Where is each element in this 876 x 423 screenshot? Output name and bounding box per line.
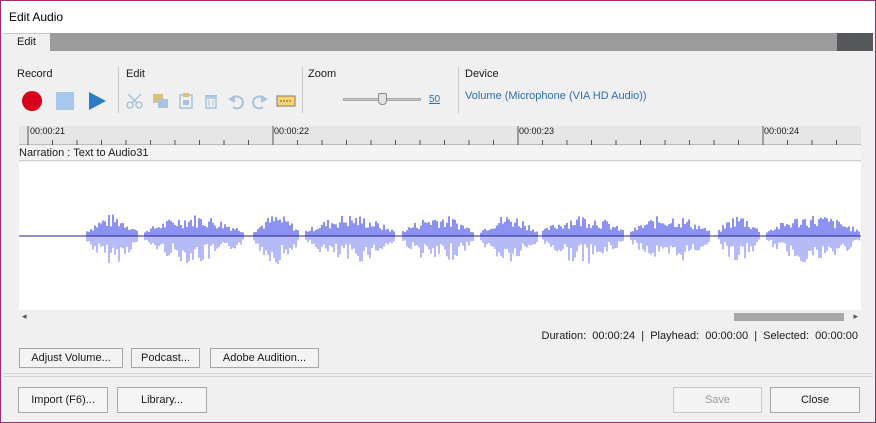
library-button[interactable]: Library... [117, 387, 207, 413]
audio-waveform [19, 214, 861, 264]
ruler-tick-label: 00:00:21 [30, 126, 66, 136]
redo-button[interactable] [251, 92, 269, 110]
play-button[interactable] [86, 90, 108, 112]
divider [302, 67, 303, 113]
window-title: Edit Audio [9, 10, 64, 24]
tab-strip: Edit [3, 33, 873, 51]
trash-icon [205, 95, 217, 109]
undo-icon [228, 95, 244, 110]
horizontal-scrollbar[interactable]: ◂ ▸ [19, 310, 861, 324]
ruler-tick-label: 00:00:24 [764, 126, 800, 136]
import-button[interactable]: Import (F6)... [18, 387, 108, 413]
scissors-icon [126, 93, 143, 109]
cut-button[interactable] [126, 92, 144, 110]
tab-strip-end [837, 33, 873, 51]
paste-icon [179, 93, 193, 109]
playhead-value: 00:00:00 [705, 330, 749, 342]
scroll-left-arrow-icon[interactable]: ◂ [22, 311, 27, 322]
record-button[interactable] [21, 90, 43, 112]
track-header: Narration : Text to Audio31 [19, 146, 861, 161]
save-button[interactable]: Save [673, 387, 762, 413]
zoom-slider-thumb[interactable] [378, 93, 387, 105]
track-name: Narration : Text to Audio31 [19, 147, 149, 159]
ruler-tick-label: 00:00:23 [519, 126, 555, 136]
stop-button[interactable] [55, 91, 75, 111]
tab-edit[interactable]: Edit [3, 33, 50, 51]
scroll-right-arrow-icon[interactable]: ▸ [853, 311, 858, 322]
selected-label: Selected: [763, 330, 810, 342]
divider [3, 373, 873, 374]
divider [3, 376, 873, 377]
adjust-volume-button[interactable]: Adjust Volume... [19, 348, 123, 368]
adobe-audition-button[interactable]: Adobe Audition... [210, 348, 319, 368]
device-selector[interactable]: Volume (Microphone (VIA HD Audio)) [465, 90, 647, 102]
delete-button[interactable] [202, 92, 220, 110]
redo-icon [252, 95, 268, 110]
status-bar: Duration: 00:00:24 | Playhead: 00:00:00 … [541, 330, 859, 342]
playhead-label: Playhead: [650, 330, 700, 342]
ruler-tick-label: 00:00:22 [274, 126, 310, 136]
copy-button[interactable] [152, 92, 170, 110]
selected-value: 00:00:00 [815, 330, 858, 342]
edit-section-label: Edit [126, 68, 145, 80]
scrollbar-thumb[interactable] [734, 313, 844, 321]
play-icon [89, 92, 106, 110]
record-section-label: Record [17, 68, 53, 80]
podcast-button[interactable]: Podcast... [131, 348, 200, 368]
close-button[interactable]: Close [770, 387, 860, 413]
divider [118, 67, 119, 113]
duration-value: 00:00:24 [592, 330, 636, 342]
zoom-value[interactable]: 50 [429, 94, 440, 105]
title-bar: Edit Audio [1, 1, 875, 33]
copy-icon [153, 94, 168, 108]
record-icon [22, 91, 42, 111]
insert-silence-icon [276, 95, 296, 107]
zoom-section-label: Zoom [308, 68, 337, 80]
undo-button[interactable] [227, 92, 245, 110]
edit-audio-dialog: Edit Audio Edit Record Edit Zoom Device [0, 0, 876, 423]
waveform-area[interactable] [19, 162, 861, 310]
device-section-label: Device [465, 68, 499, 80]
divider [458, 67, 459, 113]
timeline-ruler[interactable]: 00:00:21 00:00:22 00:00:23 00:00:24 [19, 126, 861, 145]
duration-label: Duration: [541, 330, 587, 342]
insert-silence-button[interactable] [276, 93, 296, 109]
stop-icon [56, 92, 74, 110]
paste-button[interactable] [177, 92, 195, 110]
